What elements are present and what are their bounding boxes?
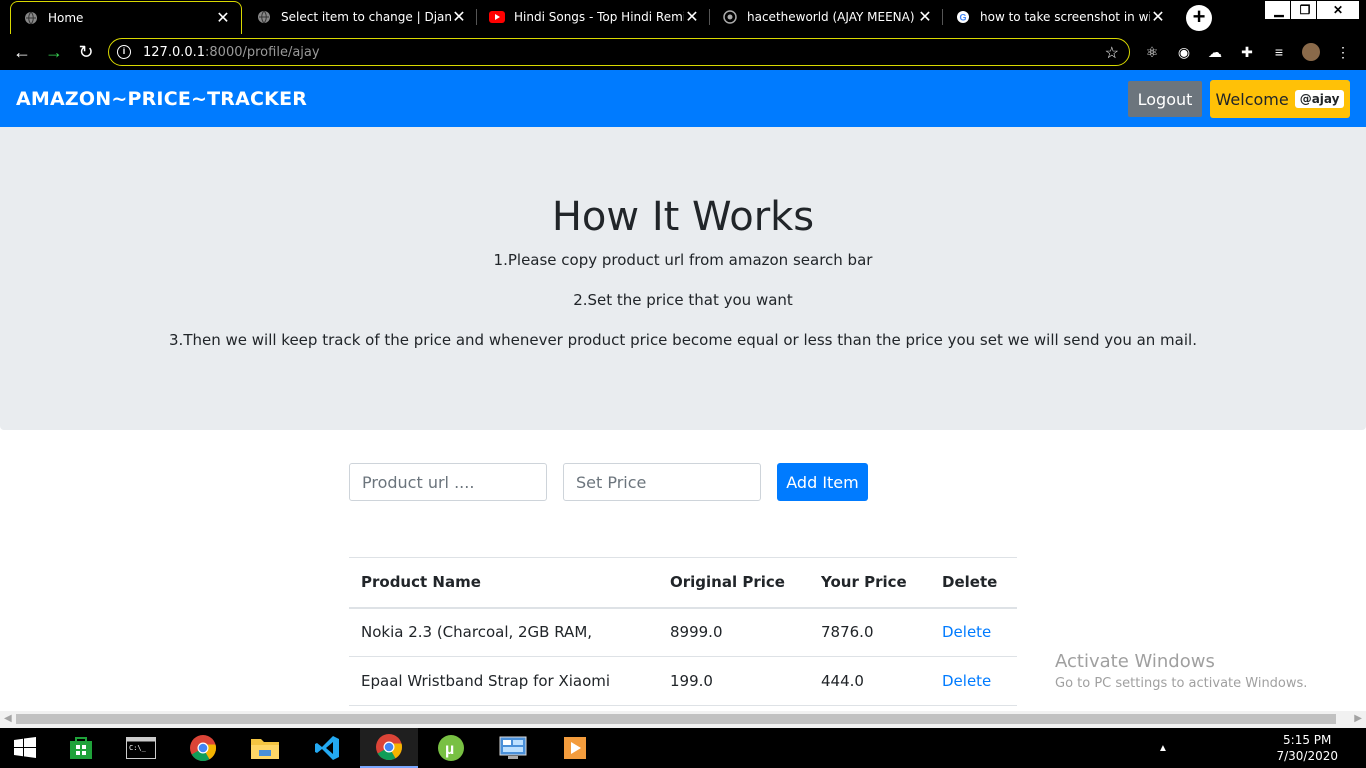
system-clock[interactable]: 5:15 PM 7/30/2020 [1276, 732, 1338, 764]
back-arrow-icon[interactable]: ← [10, 40, 34, 64]
delete-link[interactable]: Delete [942, 672, 991, 690]
control-panel-icon[interactable] [484, 728, 542, 768]
clock-time: 5:15 PM [1283, 733, 1332, 747]
windows-start-icon[interactable] [0, 728, 50, 768]
tab-title: how to take screenshot in windows [980, 10, 1150, 24]
chrome-icon[interactable] [174, 728, 232, 768]
media-queue-icon[interactable]: ≡ [1270, 43, 1288, 61]
step-3-text: 3.Then we will keep track of the price a… [169, 331, 1197, 349]
watermark-title: Activate Windows [1055, 651, 1215, 672]
close-icon[interactable]: ✕ [1150, 7, 1166, 27]
url-path: :8000/profile/ajay [205, 44, 320, 60]
show-hidden-icons-icon[interactable]: ▲ [1148, 728, 1178, 768]
your-price-cell: 7876.0 [809, 607, 930, 657]
media-player-icon[interactable] [546, 728, 604, 768]
brand-title[interactable]: AMAZON~PRICE~TRACKER [16, 88, 307, 110]
watermark-subtitle: Go to PC settings to activate Windows. [1055, 676, 1308, 691]
horizontal-scrollbar[interactable]: ◀ ▶ [0, 711, 1366, 728]
avatar[interactable] [1302, 43, 1320, 61]
close-icon[interactable]: ✕ [684, 7, 700, 27]
delete-cell: Delete [930, 656, 1017, 706]
product-name-cell: Epaal Wristband Strap for Xiaomi [349, 656, 658, 706]
your-price-cell: 444.0 [809, 656, 930, 706]
extension-cloud-icon[interactable]: ☁ [1206, 43, 1224, 61]
globe-icon [256, 9, 272, 25]
table-header-row: Product Name Original Price Your Price D… [349, 557, 1017, 609]
svg-text:G: G [960, 13, 967, 23]
activate-windows-watermark: Activate Windows Go to PC settings to ac… [1055, 651, 1307, 691]
how-it-works-jumbotron: How It Works 1.Please copy product url f… [0, 127, 1366, 430]
clock-date: 7/30/2020 [1276, 749, 1338, 763]
chrome-active-icon[interactable] [360, 728, 418, 768]
username-badge: @ajay [1294, 90, 1345, 108]
store-icon[interactable] [52, 728, 110, 768]
windows-taskbar: C:\_ µ ▲ 5:15 PM 7/30/2020 [0, 728, 1366, 768]
terminal-icon[interactable]: C:\_ [112, 728, 170, 768]
tab-title: hacetheworld (AJAY MEENA) [747, 10, 915, 24]
svg-text:C:\_: C:\_ [129, 744, 147, 752]
close-window-icon[interactable]: ✕ [1316, 0, 1360, 20]
delete-link[interactable]: Delete [942, 623, 991, 641]
add-item-button[interactable]: Add Item [777, 463, 868, 501]
browser-tab-strip: Home ✕ Select item to change | Django ad… [0, 0, 1366, 34]
svg-text:µ: µ [445, 741, 454, 758]
utorrent-icon[interactable]: µ [422, 728, 480, 768]
extensions-puzzle-icon[interactable]: ✚ [1238, 43, 1256, 61]
scroll-right-icon[interactable]: ▶ [1354, 713, 1362, 724]
address-bar[interactable]: i 127.0.0.1:8000/profile/ajay ☆ [108, 38, 1130, 66]
menu-kebab-icon[interactable]: ⋮ [1334, 43, 1352, 61]
table-row: Nokia 2.3 (Charcoal, 2GB RAM, 8999.0 787… [349, 607, 1017, 657]
tab-google[interactable]: G how to take screenshot in windows ✕ [943, 0, 1176, 34]
reload-icon[interactable]: ↻ [74, 40, 98, 64]
table-row: Epaal Wristband Strap for Xiaomi 199.0 4… [349, 656, 1017, 706]
logout-button[interactable]: Logout [1128, 81, 1202, 117]
column-header-product-name: Product Name [349, 557, 658, 609]
url-host: 127.0.0.1 [143, 44, 206, 60]
original-price-cell: 199.0 [658, 656, 809, 706]
new-tab-button[interactable]: + [1186, 5, 1212, 31]
tab-youtube[interactable]: Hindi Songs - Top Hindi Remix Songs ✕ [477, 0, 710, 34]
page-title: How It Works [551, 194, 815, 240]
globe-icon [23, 10, 39, 26]
close-icon[interactable]: ✕ [451, 7, 467, 27]
extension-circle-icon[interactable]: ◉ [1175, 43, 1193, 61]
react-devtools-icon[interactable]: ⚛ [1143, 43, 1161, 61]
tab-title: Select item to change | Django admin [281, 10, 451, 24]
info-icon[interactable]: i [117, 45, 131, 59]
column-header-original-price: Original Price [658, 557, 809, 609]
step-1-text: 1.Please copy product url from amazon se… [493, 251, 873, 269]
scrollbar-thumb[interactable] [16, 714, 1336, 724]
welcome-label: Welcome [1215, 89, 1289, 109]
github-icon [722, 9, 738, 25]
browser-toolbar: ← → ↻ i 127.0.0.1:8000/profile/ajay ☆ ⚛ … [0, 34, 1366, 70]
welcome-button[interactable]: Welcome @ajay [1210, 80, 1350, 118]
tab-title: Home [48, 11, 84, 25]
app-navbar: AMAZON~PRICE~TRACKER Logout Welcome @aja… [0, 70, 1366, 127]
delete-cell: Delete [930, 607, 1017, 657]
tab-home[interactable]: Home ✕ [10, 1, 242, 34]
original-price-cell: 8999.0 [658, 607, 809, 657]
tracked-products-table: Product Name Original Price Your Price D… [349, 557, 1017, 706]
close-icon[interactable]: ✕ [215, 8, 231, 28]
scroll-left-icon[interactable]: ◀ [4, 713, 12, 724]
file-explorer-icon[interactable] [236, 728, 294, 768]
forward-arrow-icon[interactable]: → [42, 40, 66, 64]
set-price-input[interactable] [563, 463, 761, 501]
tab-title: Hindi Songs - Top Hindi Remix Songs [514, 10, 684, 24]
column-header-delete: Delete [930, 557, 1017, 609]
bookmark-star-icon[interactable]: ☆ [1105, 43, 1119, 63]
youtube-icon [489, 9, 505, 25]
close-icon[interactable]: ✕ [917, 7, 933, 27]
product-url-input[interactable] [349, 463, 547, 501]
google-icon: G [955, 9, 971, 25]
column-header-your-price: Your Price [809, 557, 930, 609]
tab-github[interactable]: hacetheworld (AJAY MEENA) ✕ [710, 0, 943, 34]
step-2-text: 2.Set the price that you want [573, 291, 793, 309]
tab-django-admin[interactable]: Select item to change | Django admin ✕ [244, 0, 477, 34]
vscode-icon[interactable] [298, 728, 356, 768]
product-name-cell: Nokia 2.3 (Charcoal, 2GB RAM, [349, 607, 658, 657]
